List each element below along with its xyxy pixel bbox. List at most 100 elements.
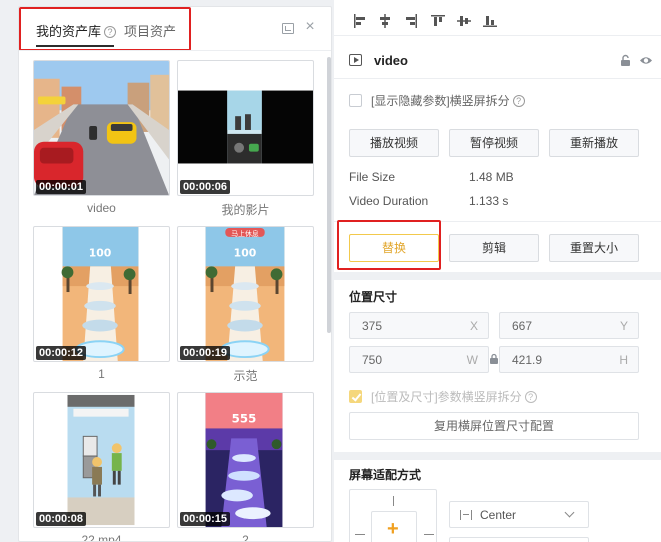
- align-right-icon[interactable]: [404, 14, 418, 28]
- divider: [334, 221, 661, 222]
- thumbnail-image: 马上休息 100: [205, 227, 285, 361]
- asset-card[interactable]: 100 00:00:12 1: [33, 226, 170, 383]
- align-top-icon[interactable]: [431, 14, 445, 28]
- play-video-button[interactable]: 播放视频: [349, 129, 439, 157]
- tab-my-assets-label: 我的资产库: [36, 24, 102, 39]
- asset-thumbnail[interactable]: 00:00:06: [177, 60, 314, 196]
- anchor-top-tick: [393, 496, 394, 506]
- x-axis-label: X: [469, 319, 478, 333]
- asset-card[interactable]: 555 00:00:15 2: [177, 392, 314, 541]
- align-center-horizontal-icon[interactable]: [378, 14, 392, 28]
- asset-name: video: [87, 201, 116, 215]
- layer-title: video: [374, 53, 408, 68]
- replace-button[interactable]: 替换: [349, 234, 439, 262]
- lock-icon[interactable]: [619, 54, 632, 67]
- file-size-value: 1.48 MB: [469, 170, 514, 184]
- position-x-input[interactable]: 375 X: [349, 312, 489, 339]
- show-hidden-params-checkbox[interactable]: [349, 94, 362, 107]
- split-position-checkbox[interactable]: [349, 390, 362, 403]
- properties-panel: video [显示隐藏参数]横竖屏拆分? 播放视频 暂停视频 重新播放 File…: [334, 0, 661, 542]
- asset-thumbnail[interactable]: 马上休息 100 00:00:19: [177, 226, 314, 362]
- question-circle-icon[interactable]: ?: [512, 95, 525, 107]
- close-icon[interactable]: ×: [303, 19, 317, 35]
- eye-icon[interactable]: [639, 54, 653, 67]
- video-duration-value: 1.133 s: [469, 194, 509, 208]
- anchor-center-cell[interactable]: +: [371, 511, 417, 542]
- align-left-icon[interactable]: [353, 14, 367, 28]
- anchor-selector[interactable]: +: [349, 489, 437, 542]
- file-size-label: File Size: [349, 170, 396, 184]
- duration-badge: 00:00:19: [180, 346, 231, 360]
- asset-card[interactable]: 00:00:01 video: [33, 60, 170, 217]
- align-toolbar: [334, 0, 661, 36]
- asset-card[interactable]: 00:00:08 22.mp4: [33, 392, 170, 542]
- fit-mode-select[interactable]: Center: [449, 501, 589, 528]
- video-duration-label: Video Duration: [349, 194, 429, 208]
- anchor-left-tick: [355, 534, 365, 535]
- position-y-value: 667: [512, 319, 533, 333]
- duration-badge: 00:00:15: [180, 512, 231, 526]
- asset-thumbnail[interactable]: 555 00:00:15: [177, 392, 314, 528]
- duration-badge: 00:00:12: [36, 346, 87, 360]
- duration-badge: 00:00:06: [180, 180, 231, 194]
- layer-header: video: [349, 52, 654, 70]
- secondary-fit-select[interactable]: [449, 537, 589, 542]
- thumbnail-image: [67, 394, 135, 526]
- thumb-banner-text: 马上休息: [231, 229, 259, 238]
- clip-button[interactable]: 剪辑: [449, 234, 539, 262]
- video-layer-icon: [349, 54, 362, 66]
- asset-panel: 我的资产库? 项目资产 × 00:00:01 video 00:00:06 我的…: [18, 6, 332, 542]
- pause-video-button[interactable]: 暂停视频: [449, 129, 539, 157]
- divider: [334, 78, 661, 79]
- tab-project-assets[interactable]: 项目资产: [124, 21, 176, 40]
- section-divider: [334, 452, 661, 460]
- thumb-score-text: 555: [232, 412, 257, 426]
- duration-badge: 00:00:01: [36, 180, 87, 194]
- asset-name: 我的影片: [221, 203, 270, 217]
- asset-thumbnail[interactable]: 00:00:08: [33, 392, 170, 528]
- question-circle-icon[interactable]: ?: [524, 391, 537, 403]
- thumbnail-image: [34, 61, 169, 195]
- plus-icon: +: [387, 518, 399, 540]
- anchor-right-tick: [424, 534, 434, 535]
- fit-width-icon: [460, 510, 472, 520]
- show-hidden-params-option[interactable]: [显示隐藏参数]横竖屏拆分?: [349, 92, 525, 108]
- tab-my-assets[interactable]: 我的资产库?: [36, 21, 117, 40]
- reset-size-button[interactable]: 重置大小: [549, 234, 639, 262]
- aspect-lock-icon[interactable]: [489, 353, 499, 364]
- position-x-value: 375: [362, 319, 383, 333]
- reuse-landscape-config-button[interactable]: 复用横屏位置尺寸配置: [349, 412, 639, 440]
- y-axis-label: Y: [619, 319, 628, 333]
- asset-card[interactable]: 马上休息 100 00:00:19 示范: [177, 226, 314, 383]
- replay-button[interactable]: 重新播放: [549, 129, 639, 157]
- screen-fit-title: 屏幕适配方式: [349, 468, 422, 482]
- thumbnail-image: [178, 90, 313, 164]
- asset-thumbnail[interactable]: 100 00:00:12: [33, 226, 170, 362]
- align-bottom-icon[interactable]: [483, 14, 497, 28]
- fit-mode-value: Center: [480, 508, 517, 522]
- height-value: 421.9: [512, 353, 543, 367]
- thumb-score-text: 100: [89, 247, 112, 260]
- thumbnail-image: 555: [205, 393, 283, 527]
- height-input[interactable]: 421.9 H: [499, 346, 639, 373]
- chevron-down-icon: [564, 507, 575, 518]
- asset-card[interactable]: 00:00:06 我的影片: [177, 60, 314, 217]
- question-circle-icon[interactable]: ?: [104, 26, 117, 38]
- position-size-title: 位置尺寸: [349, 290, 398, 304]
- split-position-label: [位置及尺寸]参数横竖屏拆分: [371, 390, 522, 404]
- active-tab-indicator: [36, 45, 114, 47]
- asset-name: 1: [98, 367, 105, 381]
- asset-scrollbar[interactable]: [327, 57, 331, 333]
- editor-root: 我的资产库? 项目资产 × 00:00:01 video 00:00:06 我的…: [0, 0, 661, 542]
- position-y-input[interactable]: 667 Y: [499, 312, 639, 339]
- split-position-option[interactable]: [位置及尺寸]参数横竖屏拆分?: [349, 388, 537, 404]
- thumbnail-image: 100: [61, 227, 139, 361]
- asset-name: 22.mp4: [81, 533, 122, 542]
- maximize-icon[interactable]: [282, 23, 294, 34]
- width-input[interactable]: 750 W: [349, 346, 489, 373]
- duration-badge: 00:00:08: [36, 512, 87, 526]
- show-hidden-params-label: [显示隐藏参数]横竖屏拆分: [371, 94, 510, 108]
- h-axis-label: H: [619, 353, 628, 367]
- align-center-vertical-icon[interactable]: [457, 14, 471, 28]
- asset-thumbnail[interactable]: 00:00:01: [33, 60, 170, 196]
